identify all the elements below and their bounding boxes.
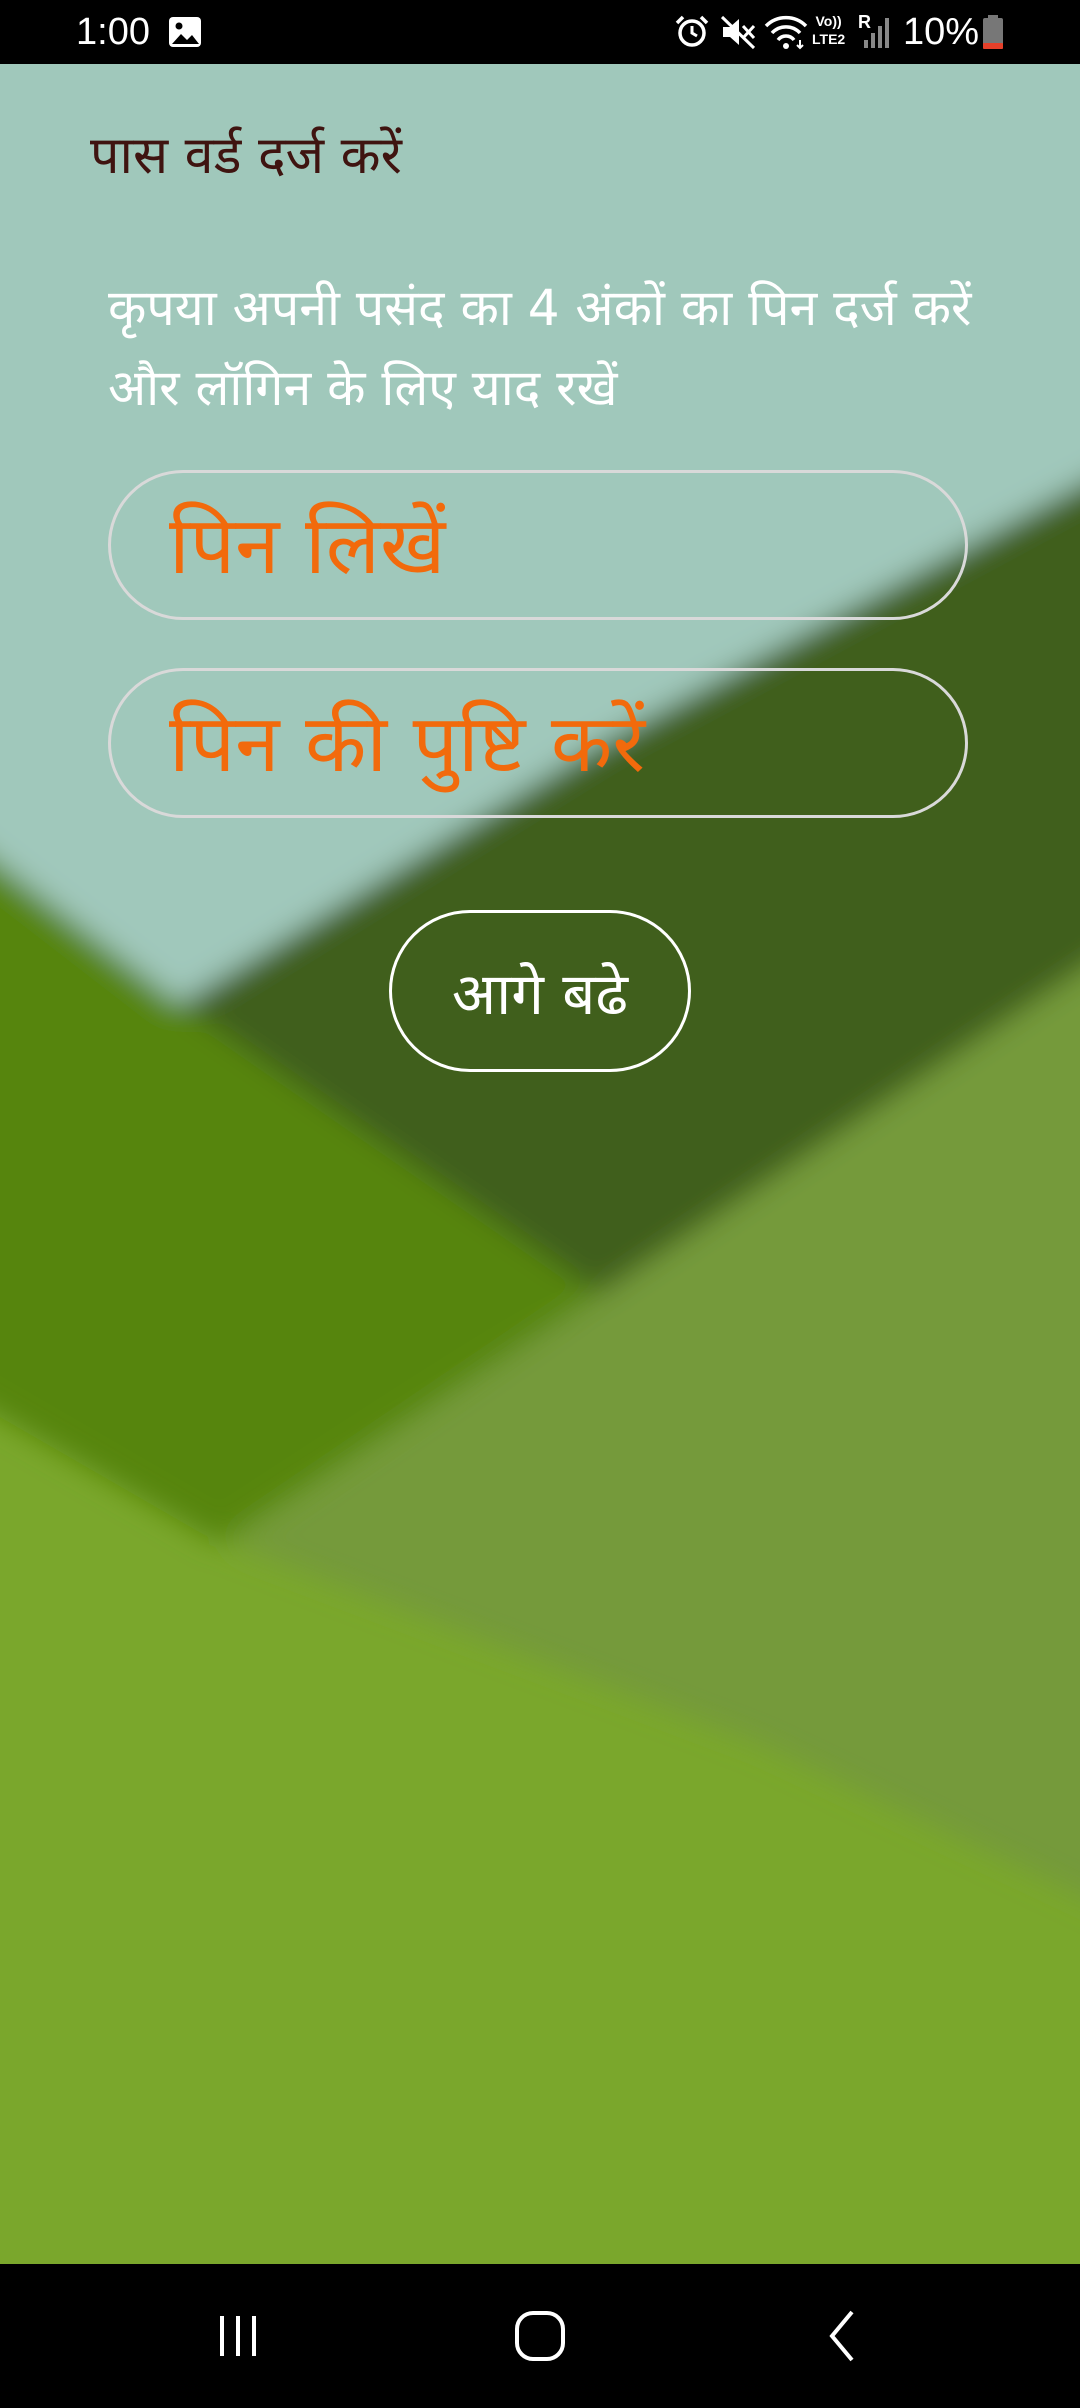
back-button[interactable] <box>794 2286 894 2386</box>
network-type-label: Vo)) LTE2 <box>812 13 846 47</box>
confirm-pin-input[interactable] <box>169 671 929 815</box>
proceed-button[interactable]: आगे बढे <box>389 910 691 1072</box>
pin-input[interactable] <box>169 473 929 617</box>
instructions-text: कृपया अपनी पसंद का 4 अंकों का पिन दर्ज क… <box>108 279 972 417</box>
status-bar: 1:00 Vo)) LTE2 R 10% <box>0 0 1080 64</box>
status-time: 1:00 <box>76 11 150 53</box>
signal-icon <box>864 18 889 48</box>
mute-icon <box>720 15 756 50</box>
recent-apps-icon <box>220 2316 256 2356</box>
battery-icon <box>983 15 1003 49</box>
home-icon <box>515 2311 565 2361</box>
battery-percentage: 10% <box>903 11 980 53</box>
home-button[interactable] <box>490 2286 590 2386</box>
back-icon <box>829 2310 854 2362</box>
screen: 1:00 Vo)) LTE2 R 10% पास वर्ड दर्ज करें … <box>0 0 1080 2408</box>
recent-apps-button[interactable] <box>188 2286 288 2386</box>
page-title: पास वर्ड दर्ज करें <box>90 126 402 186</box>
image-icon <box>169 17 201 47</box>
pin-field <box>108 470 968 620</box>
navigation-bar <box>0 2264 1080 2408</box>
pin-setup-screen: पास वर्ड दर्ज करें कृपया अपनी पसंद का 4 … <box>0 64 1080 2264</box>
confirm-pin-field <box>108 668 968 818</box>
wifi-icon <box>764 15 808 50</box>
alarm-icon <box>675 15 709 47</box>
